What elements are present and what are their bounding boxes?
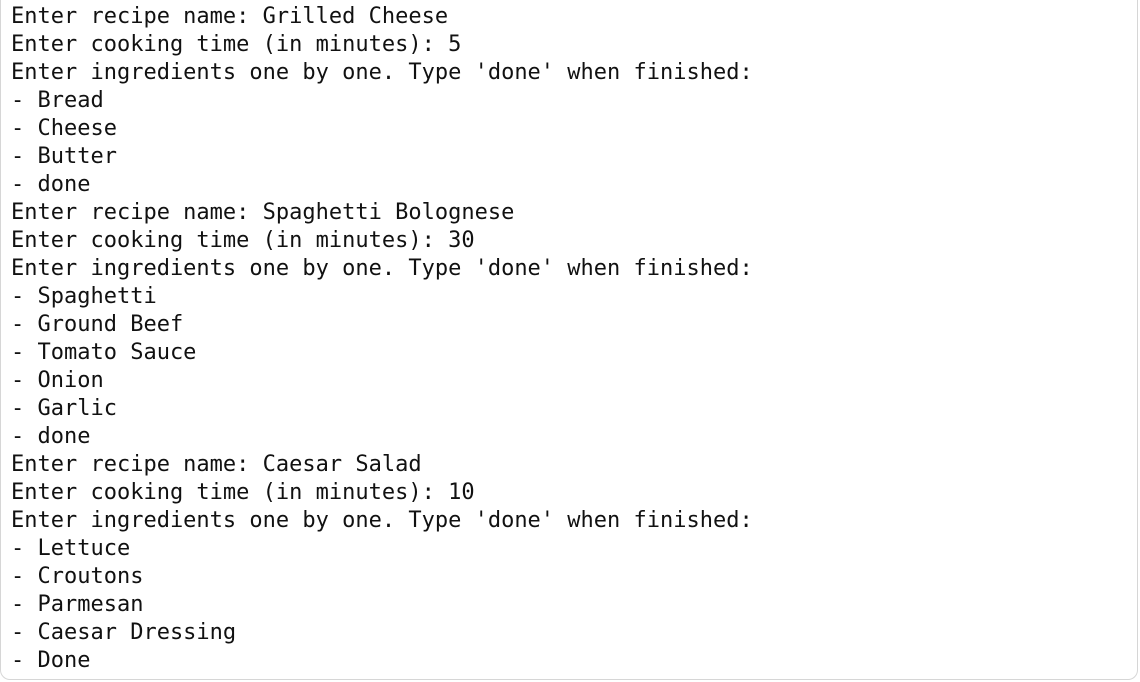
terminal-output: Enter recipe name: Grilled Cheese Enter …	[11, 3, 753, 675]
terminal-line: - Ground Beef	[11, 312, 184, 337]
terminal-line: Enter ingredients one by one. Type 'done…	[11, 256, 753, 281]
terminal-line: Enter ingredients one by one. Type 'done…	[11, 508, 753, 533]
terminal-line: Enter ingredients one by one. Type 'done…	[11, 60, 753, 85]
terminal-window: Enter recipe name: Grilled Cheese Enter …	[0, 0, 1138, 680]
terminal-line: Enter recipe name: Grilled Cheese	[11, 4, 449, 29]
terminal-line: Enter cooking time (in minutes): 10	[11, 480, 475, 505]
terminal-line: - Cheese	[11, 116, 117, 141]
terminal-line: - Butter	[11, 144, 117, 169]
terminal-line: - Bread	[11, 88, 104, 113]
terminal-line: - Onion	[11, 368, 104, 393]
terminal-line: - Caesar Dressing	[11, 620, 237, 645]
terminal-line: Enter cooking time (in minutes): 5	[11, 32, 462, 57]
terminal-line: - Tomato Sauce	[11, 340, 197, 365]
terminal-line: - Spaghetti	[11, 284, 157, 309]
terminal-line: - done	[11, 424, 91, 449]
terminal-line: - done	[11, 172, 91, 197]
terminal-line: Enter cooking time (in minutes): 30	[11, 228, 475, 253]
terminal-line: - Done	[11, 648, 91, 673]
terminal-line: Enter recipe name: Caesar Salad	[11, 452, 422, 477]
terminal-line: - Lettuce	[11, 536, 131, 561]
terminal-line: - Parmesan	[11, 592, 144, 617]
terminal-line: - Croutons	[11, 564, 144, 589]
terminal-line: - Garlic	[11, 396, 117, 421]
terminal-line: Enter recipe name: Spaghetti Bolognese	[11, 200, 515, 225]
